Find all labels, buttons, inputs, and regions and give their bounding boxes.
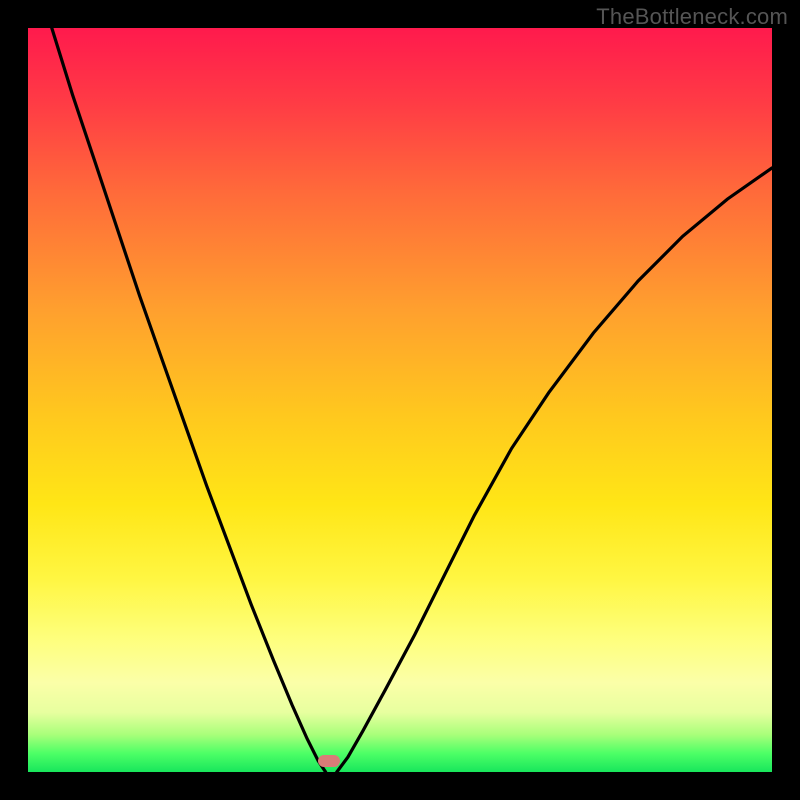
curve-right-branch [337, 168, 772, 772]
watermark-text: TheBottleneck.com [596, 4, 788, 30]
chart-frame: TheBottleneck.com [0, 0, 800, 800]
plot-area [28, 28, 772, 772]
optimum-marker [318, 755, 340, 767]
curve-left-branch [52, 28, 326, 772]
bottleneck-curve [28, 28, 772, 772]
